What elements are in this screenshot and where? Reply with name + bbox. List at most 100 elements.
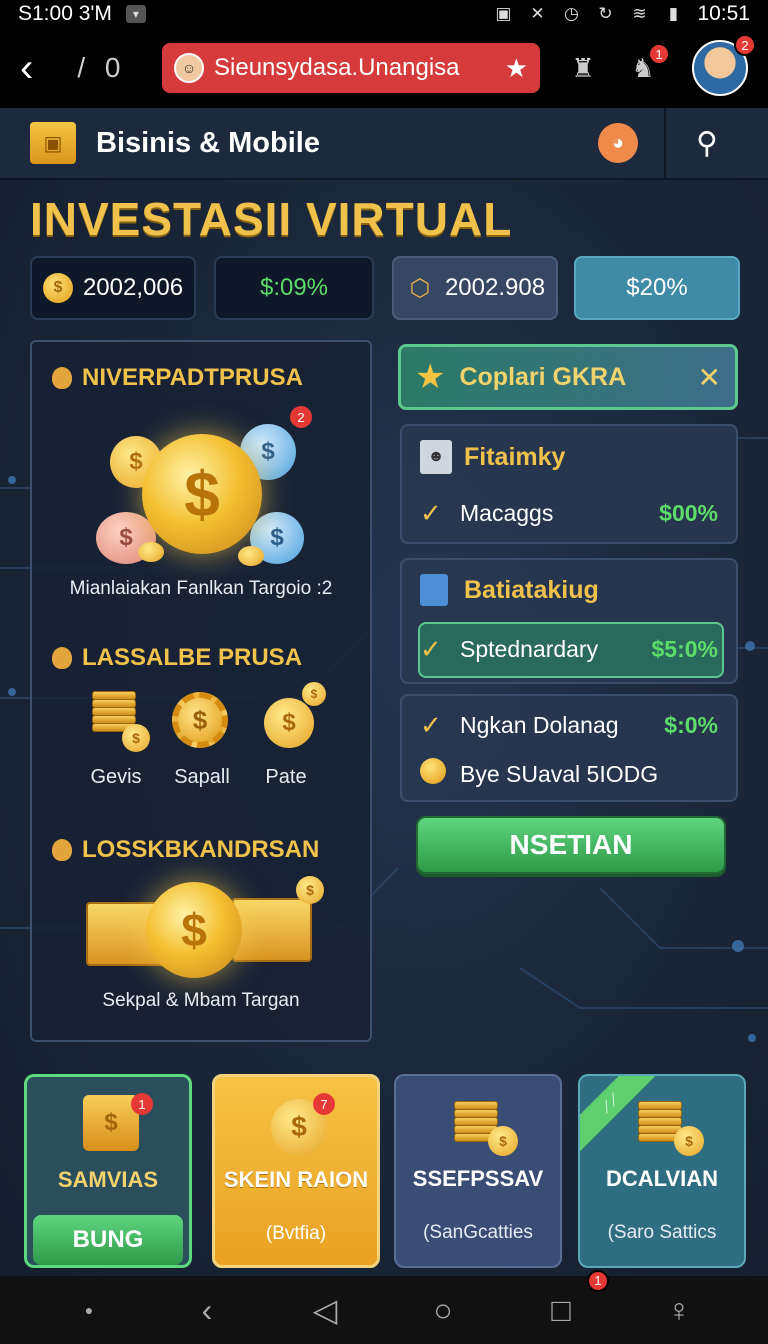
header-title: Bisinis & Mobile (96, 126, 320, 159)
photo-icon: ▣ (495, 4, 512, 23)
nav-recents-icon[interactable]: □ 1 (531, 1269, 609, 1329)
status-time-right: 10:51 (697, 2, 750, 25)
status-time-left: S1:00 3'M (18, 2, 112, 25)
stat-boxes-value: 2002.908 (444, 274, 546, 301)
section-badge: 2 (290, 406, 312, 428)
page-counter: / 0 (77, 52, 127, 83)
close-icon[interactable]: ✕ (698, 361, 721, 394)
main-content: ▣ Bisinis & Mobile ◕ ⚲ INVESTASII VIRTUA… (0, 108, 768, 1276)
url-text: Sieunsydasa.Unangisa (214, 54, 460, 81)
shop-item-label: Pate (265, 766, 307, 788)
category-card-ssefpssav[interactable]: $ SSEFPSSAV (SanGcatties (394, 1074, 562, 1268)
info-card-1-title: Fitaimky (464, 442, 566, 471)
alarm-icon: ◷ (564, 4, 579, 23)
cube-icon: ⬡ (409, 274, 431, 302)
gold-dollar-coin-icon: $ (146, 882, 242, 978)
info-card-1: ☻ Fitaimky ✓ Macaggs $00% (400, 424, 738, 544)
category-card-samvias[interactable]: $ 1 SAMVIAS BUNG (24, 1074, 192, 1268)
info-row-value: $:0% (664, 712, 718, 738)
app-header: ▣ Bisinis & Mobile ◕ ⚲ (0, 108, 768, 180)
coin-icon: $ (296, 876, 324, 904)
stat-coins[interactable]: $2002,006 (30, 256, 196, 320)
money-bag-icon (52, 367, 72, 389)
info-row-label: Macaggs (460, 500, 554, 526)
category-card-skein-raion[interactable]: $ 7 SKEIN RAION (Bvtfia) (212, 1074, 380, 1268)
investment-panel: NIVERPADTPRUSA $ $ $ $ $ 2 Mianlaiakan F… (30, 340, 372, 1042)
bookmark-star-icon[interactable]: ★ (505, 53, 528, 84)
coin-icon (138, 542, 164, 562)
section-heading-2-text: LASSALBE PRUSA (82, 644, 303, 671)
coin-icon: $ (674, 1126, 704, 1156)
coin-icon: $ (122, 724, 150, 752)
wifi-signal-icon: ≋ (632, 4, 647, 23)
checkmark-icon: ✓ (420, 710, 442, 740)
coin-icon: $ (302, 682, 326, 706)
card-title: SAMVIAS (57, 1167, 159, 1192)
page-title: INVESTASII VIRTUAL (30, 193, 513, 245)
info-card-2-header: Batiatakiug (420, 574, 718, 606)
info-row[interactable]: ✓ Macaggs $00% (420, 498, 718, 529)
gold-bar-icon (232, 898, 312, 962)
nav-home-icon[interactable]: ○ (413, 1292, 473, 1329)
search-icon[interactable]: ⚲ (676, 118, 738, 168)
info-card-3: ✓ Ngkan Dolanag $:0% Bye SUaval 5IODG (400, 694, 738, 802)
info-row[interactable]: ✓ Ngkan Dolanag $:0% (420, 710, 718, 741)
fox-mascot-icon[interactable]: ◕ (598, 123, 638, 163)
invest-button[interactable]: NSETIAN (416, 816, 726, 874)
stat-rate-value: $20% (626, 274, 688, 301)
info-row-selected[interactable]: ✓ Sptednardary $5:0% (420, 634, 718, 665)
star-icon: ★ (415, 358, 446, 396)
money-bag-icon (52, 839, 72, 861)
nav-assistant-icon[interactable]: ♀ (649, 1292, 709, 1329)
stat-coins-value: 2002,006 (82, 274, 184, 301)
profile-badge: 2 (734, 34, 756, 56)
url-bar[interactable]: ☺ Sieunsydasa.Unangisa ★ (162, 43, 540, 93)
trophy-icon[interactable]: ♜ (566, 51, 600, 85)
nav-triangle-back-icon[interactable]: ◁ (295, 1291, 355, 1329)
shop-item-label: Sapall (174, 766, 230, 788)
info-row-label: Bye SUaval 5IODG (460, 761, 659, 787)
info-row[interactable]: Bye SUaval 5IODG (420, 758, 718, 791)
info-row-value: $5:0% (651, 636, 718, 662)
checkmark-icon: ✓ (420, 498, 442, 528)
back-arrow-icon[interactable]: ‹ (20, 48, 59, 88)
status-bar: S1:00 3'M ▾ ▣ ✕ ◷ ↻ ≋ ▮ 10:51 (0, 0, 768, 28)
coin-icon (238, 546, 264, 566)
nav-dot-icon[interactable]: ● (59, 1302, 119, 1318)
card-badge: 1 (131, 1093, 153, 1115)
money-bag-icon (52, 647, 72, 669)
info-row-value: $00% (659, 500, 718, 526)
coin-icon: $ (42, 273, 73, 303)
stat-percent[interactable]: $:09% (214, 256, 374, 320)
coin-icon: $ (264, 698, 314, 748)
card-subtitle: (Bvtfia) (265, 1223, 327, 1244)
bung-button[interactable]: BUNG (33, 1215, 183, 1265)
gear-coin-icon: $ (172, 692, 228, 748)
nav-back-icon[interactable]: ‹ (177, 1292, 237, 1329)
header-divider (664, 108, 666, 179)
pet-notification-icon[interactable]: ♞ 1 (626, 43, 670, 85)
section-heading-3: LOSSKBKANDRSAN (52, 836, 319, 864)
card-subtitle: (Saro Sattics (607, 1222, 717, 1243)
stat-percent-value: $:09% (259, 274, 329, 301)
card-badge: 7 (313, 1093, 335, 1115)
card-title: DCALVIAN (605, 1166, 719, 1191)
sync-icon: ↻ (598, 4, 613, 23)
info-row-label: Ngkan Dolanag (460, 712, 619, 738)
stats-row: $2002,006 $:09% ⬡ 2002.908 $20% (30, 256, 740, 322)
section-heading-1-text: NIVERPADTPRUSA (82, 364, 303, 391)
gold-dollar-coin-icon: $ (142, 434, 262, 554)
stat-boxes[interactable]: ⬡ 2002.908 (392, 256, 558, 320)
profile-avatar[interactable]: 2 (692, 34, 756, 96)
app-bar: ‹ / 0 ☺ Sieunsydasa.Unangisa ★ ♜ ♞ 1 2 (0, 28, 768, 108)
person-icon: ☻ (420, 440, 452, 474)
coin-icon: $ (488, 1126, 518, 1156)
category-card-dcalvian[interactable]: ⟋⟋ $ DCALVIAN (Saro Sattics (578, 1074, 746, 1268)
stat-rate[interactable]: $20% (574, 256, 740, 320)
notification-icon: ▾ (125, 5, 146, 23)
info-card-2: Batiatakiug ✓ Sptednardary $5:0% (400, 558, 738, 684)
notification-badge: 1 (648, 43, 670, 65)
document-icon (420, 574, 448, 606)
battery-icon: ▮ (668, 4, 679, 23)
reward-banner[interactable]: ★ Coplari GKRA ✕ (398, 344, 738, 410)
